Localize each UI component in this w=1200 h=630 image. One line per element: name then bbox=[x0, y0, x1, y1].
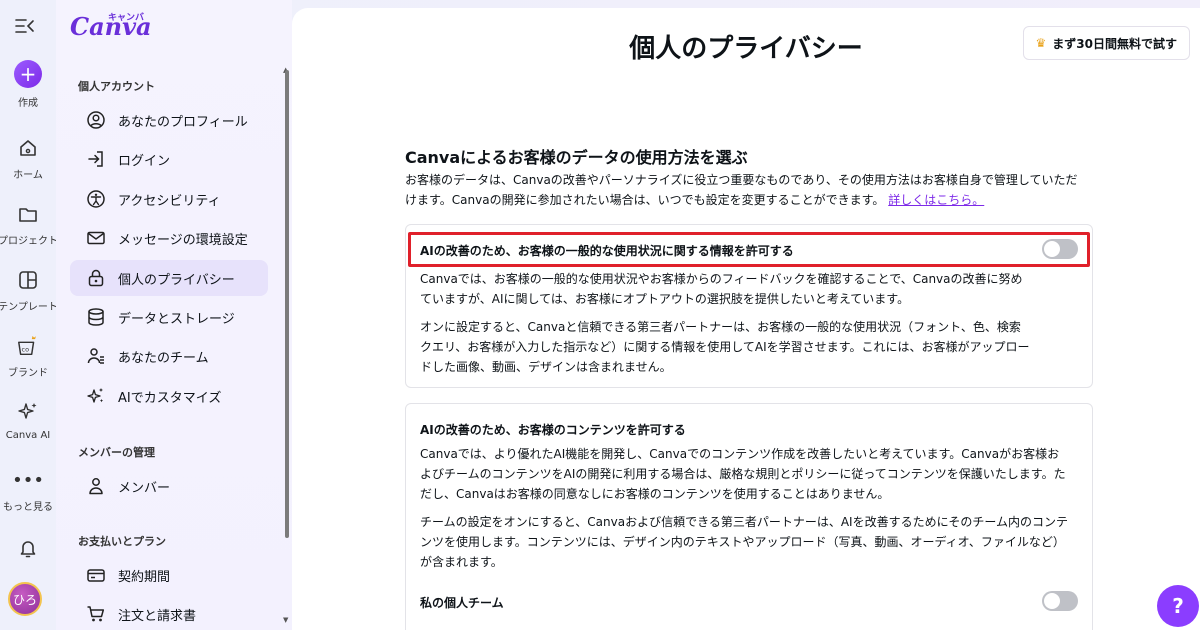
sidebar-item-data-storage[interactable]: データとストレージ bbox=[70, 299, 268, 335]
sidebar-item-label: アクセシビリティ bbox=[118, 193, 221, 209]
usage-data-paragraph-2: オンに設定すると、Canvaと信頼できる第三者パートナーは、お客様の一般的な使用… bbox=[420, 320, 1030, 374]
scroll-down-arrow[interactable]: ▼ bbox=[283, 616, 288, 624]
rail-brand[interactable]: co ブランド bbox=[0, 334, 56, 379]
templates-label: テンプレート bbox=[0, 302, 58, 313]
notifications-button[interactable] bbox=[0, 536, 56, 560]
more-dots-icon: ••• bbox=[12, 469, 44, 491]
rail-projects[interactable]: プロジェクト bbox=[0, 202, 58, 247]
login-icon bbox=[86, 149, 106, 169]
create-label: 作成 bbox=[18, 98, 38, 109]
rail-home[interactable]: ホーム bbox=[0, 136, 56, 181]
plus-icon: + bbox=[14, 60, 42, 88]
sidebar-item-label: メンバー bbox=[118, 480, 171, 496]
sidebar-item-accessibility[interactable]: アクセシビリティ bbox=[70, 181, 268, 217]
sidebar-scrollbar[interactable] bbox=[285, 70, 289, 538]
sidebar-item-label: ログイン bbox=[118, 153, 171, 169]
learn-more-link[interactable]: 詳しくはこちら。 bbox=[888, 193, 984, 207]
sidebar-item-label: メッセージの環境設定 bbox=[118, 232, 248, 248]
main-content: 個人のプライバシー ♛ まず30日間無料で試す Canvaによるお客様のデータの… bbox=[292, 8, 1200, 630]
template-icon bbox=[16, 268, 40, 292]
rail-more[interactable]: ••• もっと見る bbox=[0, 468, 56, 514]
annotation-highlight-box bbox=[408, 232, 1090, 267]
rail-templates[interactable]: テンプレート bbox=[0, 268, 58, 313]
section-title: Canvaによるお客様のデータの使用方法を選ぶ bbox=[405, 148, 748, 167]
group-personal-account: 個人アカウント bbox=[78, 80, 155, 93]
content-data-paragraph-2: チームの設定をオンにすると、Canvaおよび信頼できる第三者パートナーは、AIを… bbox=[420, 515, 1068, 569]
lock-icon bbox=[86, 268, 106, 288]
brand-label: ブランド bbox=[8, 368, 48, 379]
crown-icon: ♛ bbox=[1035, 36, 1047, 50]
sidebar-item-label: AIでカスタマイズ bbox=[118, 390, 222, 406]
cart-icon bbox=[86, 604, 106, 624]
person-icon bbox=[86, 476, 106, 496]
svg-text:co: co bbox=[22, 346, 30, 354]
section-description: お客様のデータは、Canvaの改善やパーソナライズに役立つ重要なものであり、その… bbox=[405, 170, 1085, 210]
group-billing: お支払いとプラン bbox=[78, 535, 166, 548]
content-data-card: AIの改善のため、お客様のコンテンツを許可する Canvaでは、より優れたAI機… bbox=[405, 403, 1093, 630]
sidebar-item-label: 注文と請求書 bbox=[118, 608, 197, 624]
usage-data-paragraph-1: Canvaでは、お客様の一般的な使用状況やお客様からのフィードバックを確認するこ… bbox=[420, 272, 1023, 306]
home-label: ホーム bbox=[13, 170, 43, 181]
avatar-initials: ひろ bbox=[12, 592, 37, 607]
home-icon bbox=[16, 136, 40, 160]
settings-sidebar: Canva キャンバ 個人アカウント あなたのプロフィール ログイン アクセシビ… bbox=[56, 0, 292, 630]
team-icon bbox=[86, 346, 106, 366]
canva-ai-label: Canva AI bbox=[5, 430, 51, 441]
folder-icon bbox=[16, 202, 40, 226]
more-label: もっと見る bbox=[3, 502, 53, 513]
sidebar-item-label: データとストレージ bbox=[118, 311, 235, 327]
projects-label: プロジェクト bbox=[0, 236, 58, 247]
create-button[interactable]: + 作成 bbox=[0, 60, 56, 109]
card-icon bbox=[86, 565, 106, 585]
help-button[interactable]: ? bbox=[1157, 585, 1199, 627]
personal-team-toggle[interactable] bbox=[1042, 591, 1078, 611]
database-icon bbox=[86, 307, 106, 327]
collapse-menu-icon[interactable] bbox=[14, 16, 38, 38]
free-trial-button[interactable]: ♛ まず30日間無料で試す bbox=[1022, 26, 1190, 60]
sparkle-icon bbox=[16, 400, 40, 424]
sidebar-item-label: あなたのチーム bbox=[118, 350, 209, 366]
content-data-paragraph-1: Canvaでは、より優れたAI機能を開発し、Canvaでのコンテンツ作成を改善し… bbox=[420, 447, 1066, 501]
sidebar-item-label: 個人のプライバシー bbox=[118, 272, 235, 288]
sidebar-item-subscription[interactable]: 契約期間 bbox=[70, 557, 268, 593]
bell-icon bbox=[16, 536, 40, 560]
personal-team-label: 私の個人チーム bbox=[420, 596, 504, 610]
sidebar-item-messages[interactable]: メッセージの環境設定 bbox=[70, 220, 268, 256]
sidebar-item-label: 契約期間 bbox=[118, 569, 171, 585]
sidebar-item-privacy[interactable]: 個人のプライバシー bbox=[70, 260, 268, 296]
sidebar-item-profile[interactable]: あなたのプロフィール bbox=[70, 102, 268, 138]
logo-kana: キャンバ bbox=[108, 13, 145, 23]
sidebar-item-ai-customize[interactable]: AIでカスタマイズ bbox=[70, 378, 268, 414]
sidebar-item-orders[interactable]: 注文と請求書 bbox=[70, 596, 268, 630]
sparkle-icon bbox=[86, 386, 106, 406]
sidebar-item-members[interactable]: メンバー bbox=[70, 468, 268, 504]
group-member-management: メンバーの管理 bbox=[78, 446, 155, 459]
icon-rail: + 作成 ホーム プロジェクト テンプレート co ブランド Canva AI … bbox=[0, 0, 58, 630]
brand-icon: co bbox=[16, 334, 40, 358]
rail-canva-ai[interactable]: Canva AI bbox=[0, 400, 56, 441]
avatar[interactable]: ひろ bbox=[8, 582, 42, 616]
content-data-title: AIの改善のため、お客様のコンテンツを許可する bbox=[420, 423, 686, 437]
help-icon: ? bbox=[1172, 594, 1184, 618]
sidebar-item-label: あなたのプロフィール bbox=[118, 114, 248, 130]
sidebar-item-login[interactable]: ログイン bbox=[70, 141, 268, 177]
profile-icon bbox=[86, 110, 106, 130]
sidebar-item-team[interactable]: あなたのチーム bbox=[70, 338, 268, 374]
accessibility-icon bbox=[86, 189, 106, 209]
envelope-icon bbox=[86, 228, 106, 248]
free-trial-label: まず30日間無料で試す bbox=[1052, 36, 1177, 51]
